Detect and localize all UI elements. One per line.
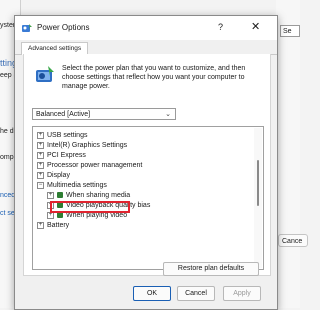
close-button[interactable]: ✕ (251, 20, 260, 33)
expand-icon[interactable]: + (37, 171, 44, 179)
tab-strip: Advanced settings (15, 40, 277, 55)
advanced-settings-panel: Select the power plan that you want to c… (23, 54, 271, 276)
tree-scrollbar[interactable] (254, 128, 262, 268)
tree-item-label: Intel(R) Graphics Settings (47, 142, 128, 149)
power-options-dialog: Power Options ? ✕ Advanced settings Sele… (14, 15, 278, 310)
chevron-down-icon: ⌄ (165, 111, 171, 118)
tree-item-when-sharing-media[interactable]: + When sharing media (47, 191, 130, 201)
tree-item-battery[interactable]: + Battery (37, 221, 69, 231)
ok-button[interactable]: OK (133, 286, 171, 301)
tree-item-pci-express[interactable]: + PCI Express (37, 151, 86, 161)
power-options-icon (22, 24, 32, 32)
help-button[interactable]: ? (218, 22, 223, 32)
tree-item-label: PCI Express (47, 152, 86, 159)
tree-item-label: Multimedia settings (47, 182, 107, 189)
collapse-icon[interactable]: − (37, 181, 44, 189)
tree-item-processor-power[interactable]: + Processor power management (37, 161, 142, 171)
tree-item-label: When playing video (66, 212, 128, 219)
tree-item-label: When sharing media (66, 192, 131, 199)
expand-icon[interactable]: + (37, 141, 44, 149)
highlight-box (50, 201, 130, 213)
tree-item-multimedia-settings[interactable]: − Multimedia settings (37, 181, 107, 191)
scrollbar-thumb[interactable] (257, 160, 259, 206)
expand-icon[interactable]: + (47, 191, 54, 199)
tree-item-usb-settings[interactable]: + USB settings (37, 131, 87, 141)
tree-item-label: USB settings (47, 132, 88, 139)
expand-icon[interactable]: + (37, 131, 44, 139)
setting-icon (57, 192, 63, 199)
settings-tree[interactable]: + USB settings + Intel(R) Graphics Setting… (32, 126, 264, 270)
setting-icon (57, 212, 63, 219)
expand-icon[interactable]: + (37, 221, 44, 229)
plan-select[interactable]: Balanced [Active] ⌄ (32, 108, 176, 120)
tree-item-intel-graphics[interactable]: + Intel(R) Graphics Settings (37, 141, 127, 151)
bg-search-field[interactable]: Se (280, 25, 300, 37)
bg-text-fragment: he di (0, 128, 16, 135)
tree-item-display[interactable]: + Display (37, 171, 70, 181)
cancel-button[interactable]: Cancel (177, 286, 215, 301)
expand-icon[interactable]: + (37, 161, 44, 169)
restore-plan-defaults-button[interactable]: Restore plan defaults (163, 262, 259, 276)
tree-item-label: Processor power management (47, 162, 143, 169)
tree-item-label: Display (47, 172, 70, 179)
plan-select-value: Balanced [Active] (36, 111, 91, 118)
title-bar: Power Options ? ✕ (15, 16, 277, 40)
background-window-right (276, 0, 300, 308)
bg-cancel-button[interactable]: Cance (278, 234, 308, 247)
intro-text: Select the power plan that you want to c… (62, 65, 246, 90)
power-plan-icon (36, 66, 54, 82)
tree-item-label: Battery (47, 222, 70, 229)
bg-link-fragment[interactable]: nced (0, 192, 15, 199)
dialog-title: Power Options (37, 23, 90, 32)
expand-icon[interactable]: + (37, 151, 44, 159)
apply-button[interactable]: Apply (223, 286, 261, 301)
